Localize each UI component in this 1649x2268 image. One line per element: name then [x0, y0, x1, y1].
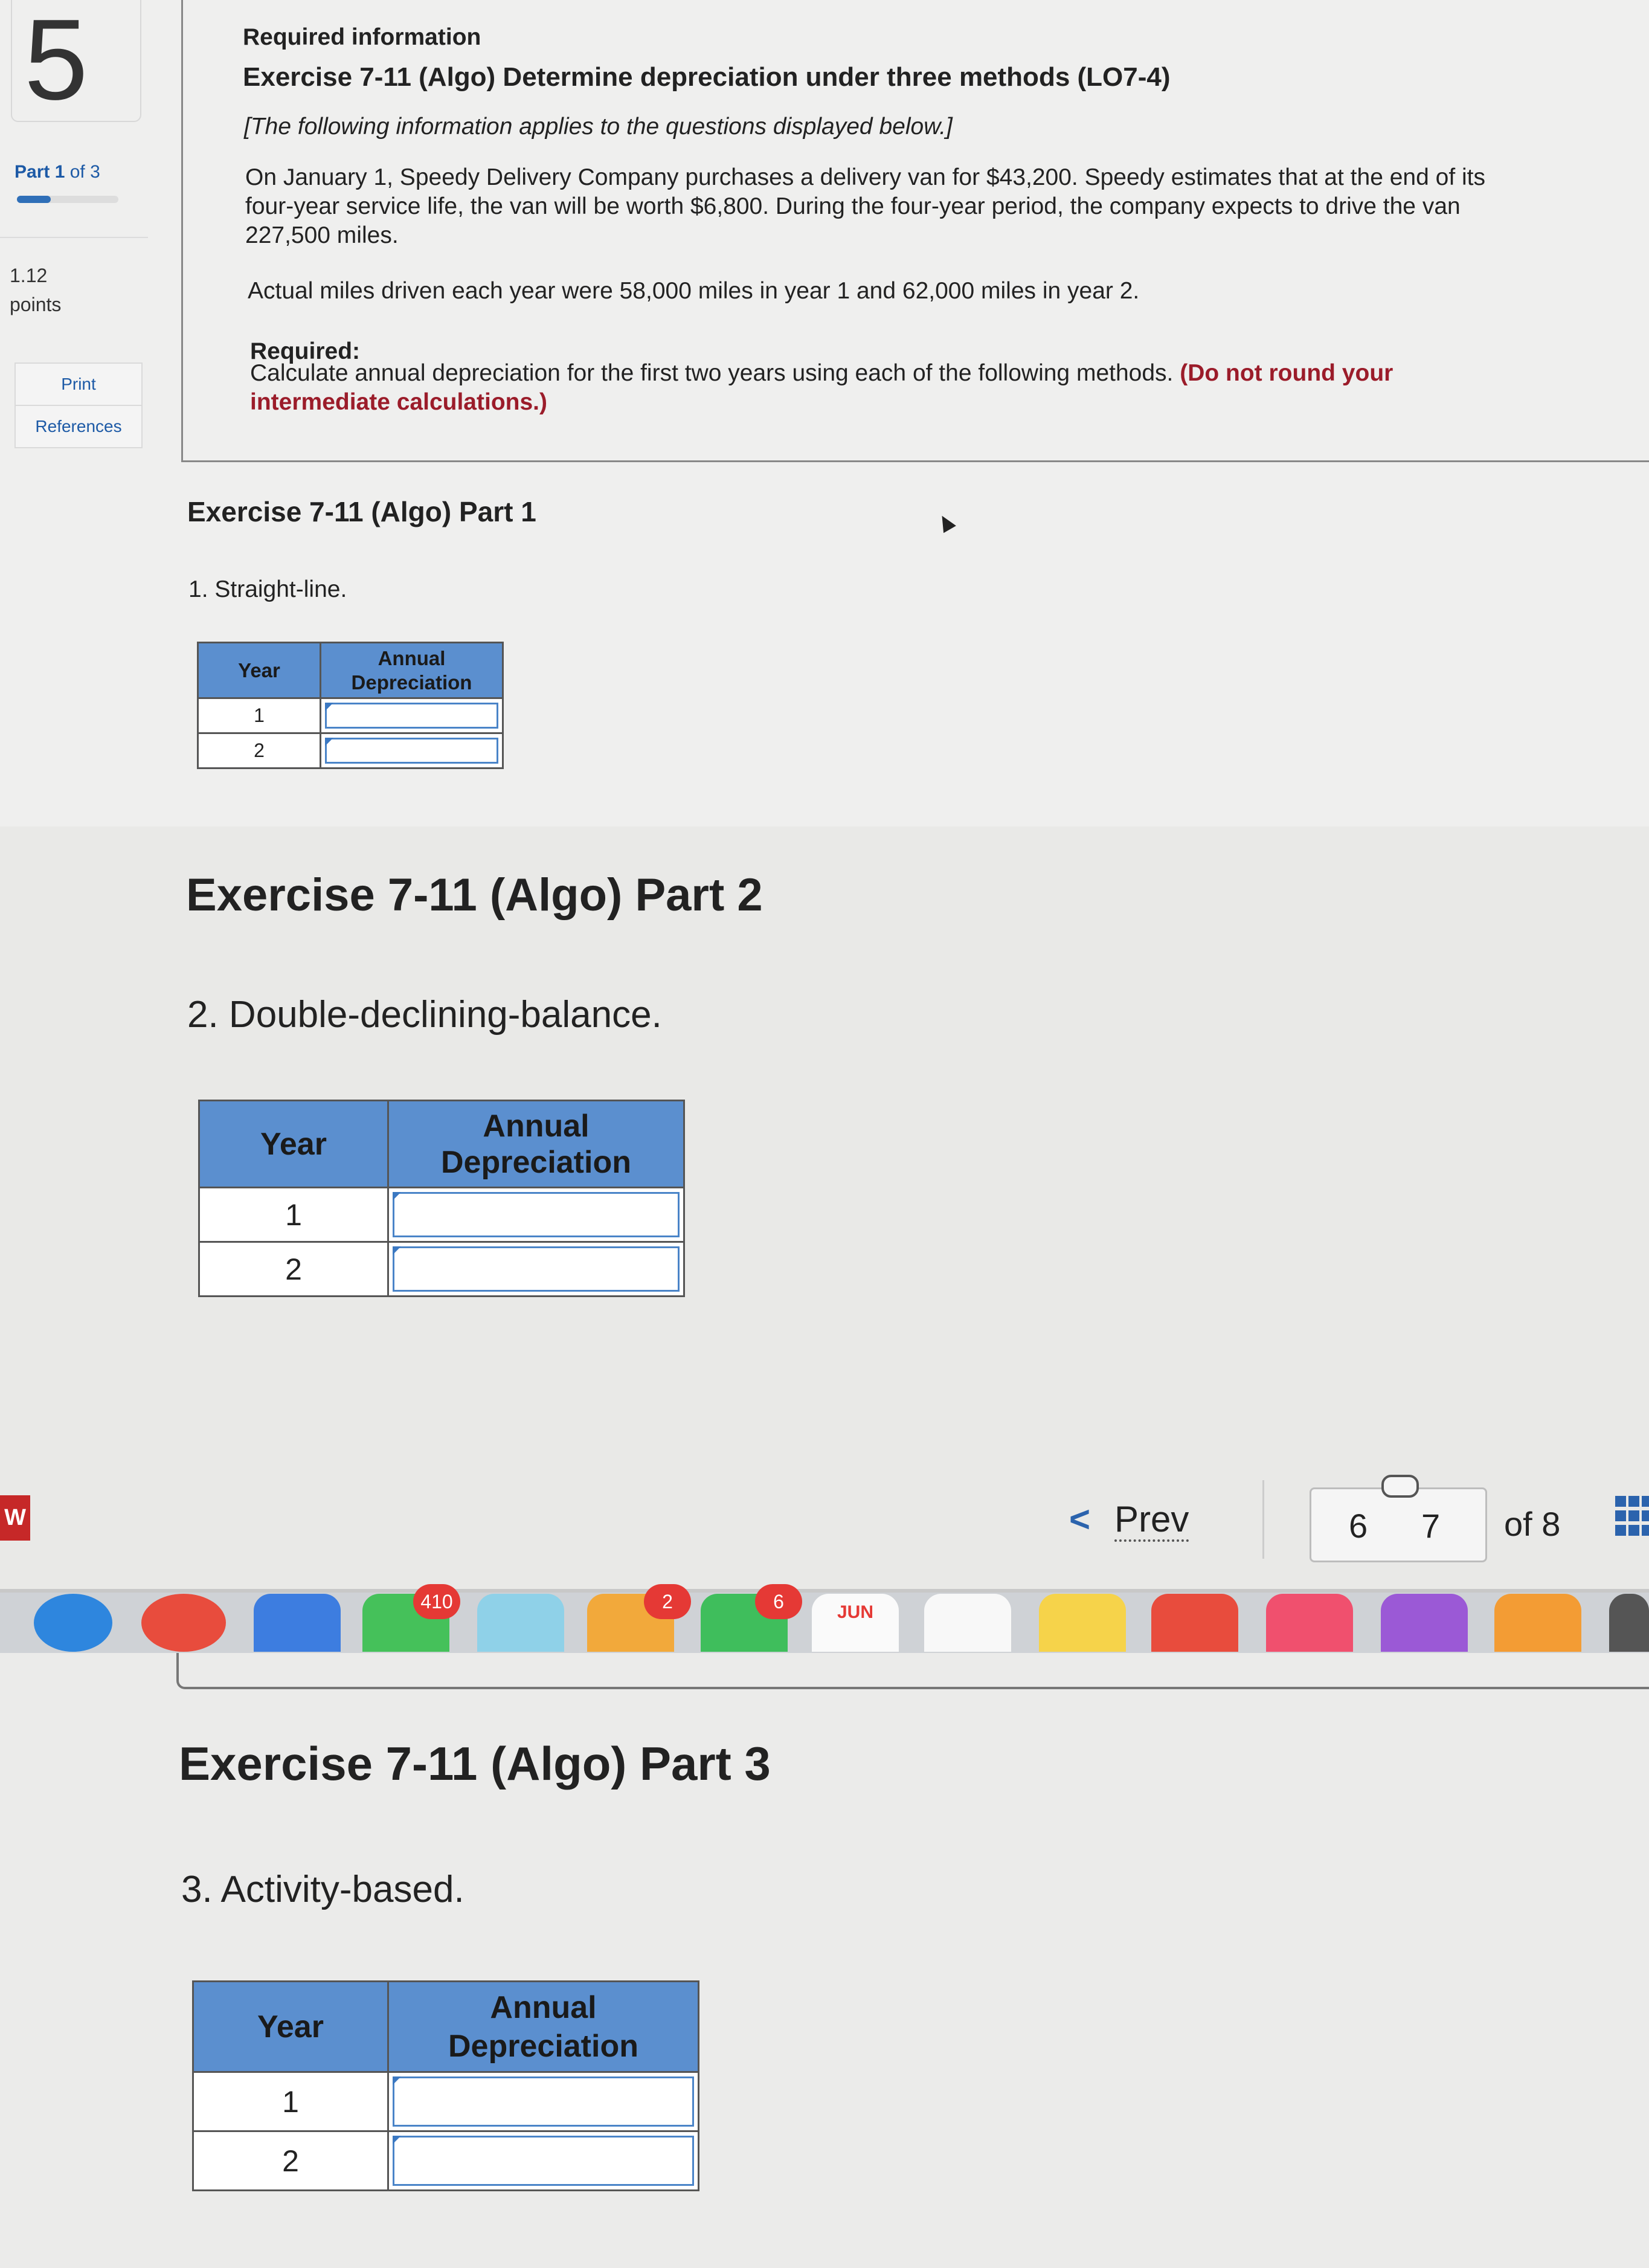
part2-heading: Exercise 7-11 (Algo) Part 2 — [186, 869, 763, 921]
points-display: 1.12 points — [10, 265, 62, 315]
annual-depreciation-column-header: Annual Depreciation — [387, 1980, 699, 2073]
part1-depreciation-table: Year Annual Depreciation 1 2 — [197, 642, 504, 769]
references-button[interactable]: References — [14, 405, 143, 448]
year-cell: 1 — [192, 2071, 389, 2132]
chevron-left-icon: < — [1069, 1499, 1091, 1539]
part3-depreciation-table: Year Annual Depreciation 1 2 — [192, 1980, 699, 2191]
app-icon[interactable] — [1151, 1594, 1238, 1652]
prev-button[interactable]: < Prev — [1069, 1498, 1189, 1542]
part-indicator: Part 1 of 3 — [14, 162, 100, 182]
macos-dock: 410 2 6 JUN — [0, 1584, 1649, 1653]
annual-depreciation-column-header: Annual Depreciation — [320, 642, 504, 699]
reminders-icon[interactable] — [924, 1594, 1011, 1652]
page-prev-number[interactable]: 6 — [1349, 1506, 1368, 1545]
depreciation-input-year-2[interactable] — [387, 2130, 699, 2191]
question-sidebar: 5 Part 1 of 3 1.12 points Print Referenc… — [0, 0, 182, 826]
part2-screen: Exercise 7-11 (Algo) Part 2 2. Double-de… — [0, 826, 1649, 1653]
sidebar-divider — [0, 237, 148, 238]
page-selector[interactable]: 6 7 — [1310, 1475, 1487, 1562]
depreciation-input-year-1[interactable] — [387, 1187, 685, 1243]
progress-fill — [17, 196, 51, 203]
mouse-cursor-icon — [936, 512, 956, 533]
print-button[interactable]: Print — [14, 362, 143, 406]
link-icon — [1381, 1475, 1419, 1498]
mail-badge: 410 — [413, 1584, 460, 1619]
year-cell: 1 — [197, 697, 321, 734]
required-instructions: Calculate annual depreciation for the fi… — [250, 360, 1393, 415]
part1-heading: Exercise 7-11 (Algo) Part 1 — [187, 496, 536, 527]
year-column-header: Year — [197, 642, 321, 699]
podcasts-icon[interactable] — [1381, 1594, 1468, 1652]
depreciation-input-year-2[interactable] — [320, 732, 504, 769]
calendar-icon[interactable]: JUN — [812, 1594, 899, 1652]
notes-icon[interactable] — [1039, 1594, 1126, 1652]
nav-divider — [1262, 1480, 1264, 1559]
annual-depreciation-column-header: Annual Depreciation — [387, 1100, 685, 1188]
part3-heading: Exercise 7-11 (Algo) Part 3 — [179, 1737, 771, 1790]
depreciation-input-year-1[interactable] — [320, 697, 504, 734]
part1-screen: 5 Part 1 of 3 1.12 points Print Referenc… — [0, 0, 1649, 826]
question-number: 5 — [24, 0, 88, 124]
part3-screen: Exercise 7-11 (Algo) Part 3 3. Activity-… — [0, 1653, 1649, 2268]
safari-icon[interactable] — [34, 1594, 112, 1652]
depreciation-input-year-2[interactable] — [387, 1241, 685, 1297]
part-progress-bar — [17, 196, 118, 203]
depreciation-input-year-1[interactable] — [387, 2071, 699, 2132]
part2-depreciation-table: Year Annual Depreciation 1 2 — [198, 1100, 685, 1297]
part2-method: 2. Double-declining-balance. — [187, 994, 662, 1036]
year-cell: 2 — [192, 2130, 389, 2191]
page-total: of 8 — [1504, 1505, 1561, 1543]
applies-note: [The following information applies to th… — [244, 114, 953, 140]
mail-icon[interactable] — [254, 1594, 341, 1652]
photos-badge: 2 — [644, 1584, 691, 1619]
books-icon[interactable] — [1494, 1594, 1581, 1652]
messages-badge: 6 — [755, 1584, 802, 1619]
year-cell: 2 — [198, 1241, 389, 1297]
year-column-header: Year — [192, 1980, 389, 2073]
chrome-icon[interactable] — [141, 1594, 226, 1652]
year-column-header: Year — [198, 1100, 389, 1188]
problem-paragraph: On January 1, Speedy Delivery Company pu… — [245, 164, 1485, 248]
year-cell: 2 — [197, 732, 321, 769]
calendar-month: JUN — [837, 1602, 873, 1622]
required-information-heading: Required information — [243, 24, 481, 50]
part1-method: 1. Straight-line. — [188, 576, 347, 602]
page-current-number[interactable]: 7 — [1421, 1506, 1440, 1545]
word-app-icon[interactable]: W — [0, 1495, 30, 1541]
music-icon[interactable] — [1266, 1594, 1353, 1652]
year-cell: 1 — [198, 1187, 389, 1243]
app-icon[interactable] — [1609, 1594, 1649, 1652]
panel-frame — [176, 1653, 1649, 1689]
actual-miles-text: Actual miles driven each year were 58,00… — [248, 278, 1140, 304]
grid-view-icon[interactable] — [1615, 1496, 1649, 1544]
exercise-title: Exercise 7-11 (Algo) Determine depreciat… — [243, 62, 1171, 92]
part3-method: 3. Activity-based. — [181, 1869, 464, 1910]
maps-icon[interactable] — [477, 1594, 564, 1652]
